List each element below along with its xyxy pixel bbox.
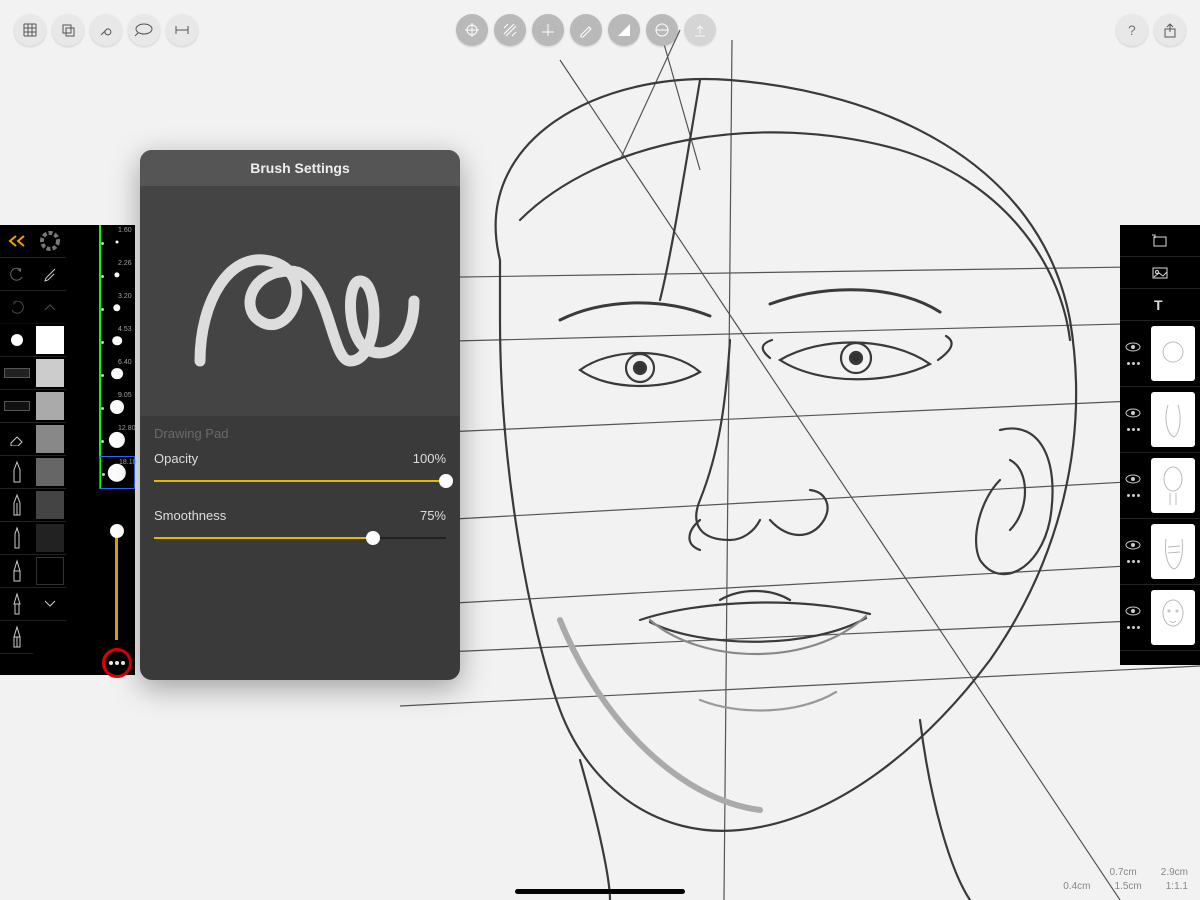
layer-options-icon[interactable] xyxy=(1127,626,1140,629)
brush-size-option[interactable]: 3.20 xyxy=(99,291,135,324)
nosign-icon[interactable] xyxy=(646,14,678,46)
colorwheel-icon[interactable] xyxy=(33,225,66,258)
opacity-label: Opacity xyxy=(154,451,198,466)
popup-title: Brush Settings xyxy=(140,150,460,186)
eye-icon[interactable] xyxy=(1125,474,1141,484)
more-options-button[interactable] xyxy=(102,648,132,678)
smoothness-value: 75% xyxy=(420,508,446,523)
layer-options-icon[interactable] xyxy=(1127,560,1140,563)
add-layer-icon[interactable] xyxy=(1120,225,1200,257)
pen-tool-2[interactable] xyxy=(0,489,33,522)
eye-icon[interactable] xyxy=(1125,342,1141,352)
layer-options-icon[interactable] xyxy=(1127,494,1140,497)
home-indicator xyxy=(515,889,685,894)
layers-panel: T xyxy=(1120,225,1200,665)
swatch-gray[interactable] xyxy=(33,390,66,423)
undo-icon[interactable] xyxy=(0,258,33,291)
layer-options-icon[interactable] xyxy=(1127,428,1140,431)
brush-size-option[interactable]: 2.26 xyxy=(99,258,135,291)
swatch-mdgray[interactable] xyxy=(33,423,66,456)
redo-icon[interactable] xyxy=(0,291,33,324)
pen-tool-3[interactable] xyxy=(0,522,33,555)
pencil-icon[interactable] xyxy=(570,14,602,46)
swatch-dkgray[interactable] xyxy=(33,456,66,489)
brush-size-option[interactable]: 1.60 xyxy=(99,225,135,258)
brush-size-option[interactable]: 9.05 xyxy=(99,390,135,423)
pen-tool-4[interactable] xyxy=(0,555,33,588)
opacity-value: 100% xyxy=(413,451,446,466)
svg-text:?: ? xyxy=(1128,22,1136,38)
eraser-icon[interactable] xyxy=(0,423,33,456)
upload-icon[interactable] xyxy=(684,14,716,46)
image-layer-icon[interactable] xyxy=(1120,257,1200,289)
transform-icon[interactable] xyxy=(456,14,488,46)
brush-settings-popup: Brush Settings Drawing Pad Opacity 100% … xyxy=(140,150,460,680)
layer-row[interactable] xyxy=(1120,387,1200,453)
hatch-icon[interactable] xyxy=(494,14,526,46)
eye-icon[interactable] xyxy=(1125,540,1141,550)
pen-tool-1[interactable] xyxy=(0,456,33,489)
grid-icon[interactable] xyxy=(14,14,46,46)
eyedropper-icon[interactable] xyxy=(33,258,66,291)
axis-icon[interactable] xyxy=(532,14,564,46)
layer-row[interactable] xyxy=(1120,519,1200,585)
collapse-icon[interactable] xyxy=(0,225,33,258)
triangle-icon[interactable] xyxy=(608,14,640,46)
left-toolbar-2 xyxy=(33,225,66,675)
brush-preview xyxy=(140,186,460,416)
fg-color-swatch[interactable] xyxy=(0,324,33,357)
text-layer-icon[interactable]: T xyxy=(1120,289,1200,321)
status-readout: 0.7cm2.9cm 0.4cm1.5cm1:1.1 xyxy=(1063,866,1188,894)
chevron-up-icon[interactable] xyxy=(33,291,66,324)
layer-row[interactable] xyxy=(1120,585,1200,651)
swatch-gray2[interactable] xyxy=(0,390,33,423)
help-icon[interactable]: ? xyxy=(1116,14,1148,46)
copy-icon[interactable] xyxy=(52,14,84,46)
wrench-icon[interactable] xyxy=(90,14,122,46)
left-toolbar-3 xyxy=(66,225,99,675)
section-label: Drawing Pad xyxy=(140,416,460,441)
opacity-slider[interactable] xyxy=(154,474,446,488)
swatch-dkgray3[interactable] xyxy=(33,522,66,555)
swatch-gray1[interactable] xyxy=(0,357,33,390)
brush-size-option[interactable]: 6.40 xyxy=(99,357,135,390)
chevron-down-icon[interactable] xyxy=(33,588,66,621)
pen-tool-5[interactable] xyxy=(0,588,33,621)
left-toolbar-1 xyxy=(0,225,33,675)
eye-icon[interactable] xyxy=(1125,408,1141,418)
eye-icon[interactable] xyxy=(1125,606,1141,616)
brush-size-option[interactable]: 18.10 xyxy=(99,456,135,489)
swatch-black[interactable] xyxy=(33,555,66,588)
lasso-icon[interactable] xyxy=(128,14,160,46)
share-icon[interactable] xyxy=(1154,14,1186,46)
layer-row[interactable] xyxy=(1120,321,1200,387)
svg-text:T: T xyxy=(1154,298,1163,312)
smoothness-label: Smoothness xyxy=(154,508,226,523)
measure-icon[interactable] xyxy=(166,14,198,46)
layer-row[interactable] xyxy=(1120,453,1200,519)
smoothness-slider[interactable] xyxy=(154,531,446,545)
brush-size-option[interactable]: 12.80 xyxy=(99,423,135,456)
swatch-dkgray2[interactable] xyxy=(33,489,66,522)
layer-options-icon[interactable] xyxy=(1127,362,1140,365)
pen-tool-6[interactable] xyxy=(0,621,33,654)
swatch-white[interactable] xyxy=(33,324,66,357)
size-slider-track[interactable] xyxy=(115,530,118,640)
size-slider-knob[interactable] xyxy=(110,524,124,538)
brush-size-option[interactable]: 4.53 xyxy=(99,324,135,357)
swatch-ltgray[interactable] xyxy=(33,357,66,390)
